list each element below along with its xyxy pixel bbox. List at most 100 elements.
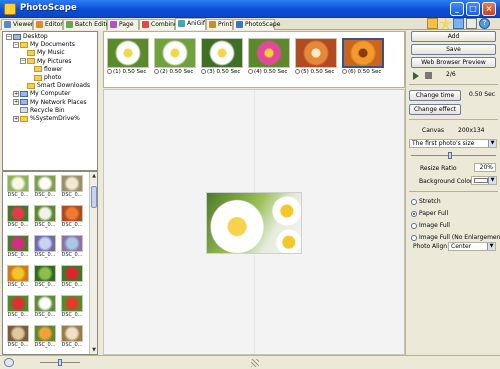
- folder-icon[interactable]: [427, 18, 438, 29]
- thumbnail-item[interactable]: DSC_0...: [7, 205, 29, 231]
- tree-item[interactable]: +Recycle Bin: [13, 107, 65, 115]
- display-icon[interactable]: [453, 18, 464, 29]
- thumbnail-item[interactable]: DSC_0...: [61, 265, 83, 291]
- maximize-button[interactable]: □: [466, 2, 480, 16]
- help-icon[interactable]: ?: [479, 18, 490, 29]
- folder-icon: [34, 66, 42, 73]
- tree-item[interactable]: − My Documents: [13, 41, 75, 49]
- frame-play-icon[interactable]: [201, 69, 206, 74]
- fit-option-radio[interactable]: Image Full: [411, 222, 450, 230]
- save-button[interactable]: Save: [411, 44, 496, 55]
- collapse-icon[interactable]: −: [20, 58, 26, 65]
- tab-anigif[interactable]: AniGif: [175, 18, 206, 30]
- animation-frame[interactable]: (1) 0.50 Sec: [107, 38, 149, 76]
- background-color-label: Background Color: [419, 178, 473, 185]
- change-effect-button[interactable]: Change effect: [409, 104, 461, 115]
- thumbnail-label: DSC_0...: [34, 252, 56, 258]
- tree-item[interactable]: + %SystemDrive%: [13, 115, 80, 123]
- scroll-down-arrow[interactable]: ▼: [90, 346, 98, 354]
- collapse-icon[interactable]: −: [13, 41, 19, 48]
- tree-item[interactable]: +photo: [27, 74, 61, 82]
- options-icon[interactable]: [466, 18, 477, 29]
- resize-grip-icon[interactable]: [251, 359, 259, 367]
- thumbnail-item[interactable]: DSC_0...: [34, 205, 56, 231]
- thumbnail-item[interactable]: DSC_0...: [61, 175, 83, 201]
- tab-batch-editor[interactable]: Batch Editor: [63, 19, 112, 30]
- fit-option-radio[interactable]: Image Full (No Enlargement): [411, 234, 500, 242]
- resize-ratio-field[interactable]: 20%: [474, 163, 496, 172]
- background-color-picker[interactable]: ▼: [471, 176, 497, 185]
- tab-editor[interactable]: Editor: [33, 19, 63, 30]
- frame-play-icon[interactable]: [295, 69, 300, 74]
- rotate-icon[interactable]: [4, 358, 14, 367]
- animation-frame[interactable]: (3) 0.50 Sec: [201, 38, 243, 76]
- thumbnail-item[interactable]: DSC_0...: [61, 205, 83, 231]
- expand-icon[interactable]: +: [13, 90, 19, 97]
- thumbnail-item[interactable]: DSC_0...: [61, 325, 83, 351]
- tree-item[interactable]: +My Music: [20, 49, 65, 57]
- tab-page[interactable]: Page: [107, 19, 139, 30]
- change-time-button[interactable]: Change time: [409, 90, 461, 101]
- tree-item[interactable]: − My Pictures: [20, 58, 71, 66]
- animation-frame[interactable]: (4) 0.50 Sec: [248, 38, 290, 76]
- fit-option-label: Image Full (No Enlargement): [419, 234, 500, 241]
- tree-item[interactable]: − Desktop: [6, 33, 48, 41]
- photo-align-select[interactable]: Center ▼: [448, 242, 496, 251]
- close-button[interactable]: ×: [482, 2, 496, 16]
- thumbnail-item[interactable]: DSC_0...: [61, 295, 83, 321]
- expand-icon[interactable]: +: [13, 99, 19, 106]
- expand-icon[interactable]: +: [13, 115, 19, 122]
- thumbnail-item[interactable]: DSC_0...: [7, 265, 29, 291]
- scroll-up-arrow[interactable]: ▲: [90, 172, 98, 180]
- web-preview-button[interactable]: Web Browser Preview: [411, 57, 496, 68]
- resize-slider[interactable]: [411, 152, 496, 159]
- thumbnail-item[interactable]: DSC_0...: [34, 265, 56, 291]
- tree-item[interactable]: + My Computer: [13, 90, 70, 98]
- thumbnail-item[interactable]: DSC_0...: [34, 175, 56, 201]
- folder-icon: [20, 41, 28, 48]
- minimize-button[interactable]: _: [450, 2, 464, 16]
- animation-frame[interactable]: (6) 0.50 Sec: [342, 38, 384, 76]
- tree-item-label: My Music: [37, 49, 65, 57]
- canvas-size-select[interactable]: The first photo's size ▼: [409, 139, 497, 148]
- frame-play-icon[interactable]: [107, 69, 112, 74]
- animation-frame[interactable]: (2) 0.50 Sec: [154, 38, 196, 76]
- stop-icon[interactable]: [425, 72, 432, 79]
- thumbnail-item[interactable]: DSC_0...: [7, 295, 29, 321]
- thumbnail-scrollbar[interactable]: ▲ ▼: [89, 172, 97, 354]
- tab-combine[interactable]: Combine: [139, 19, 178, 30]
- frame-play-icon[interactable]: [342, 69, 347, 74]
- photo-align-value: Center: [451, 243, 472, 250]
- scrollbar-thumb[interactable]: [91, 186, 97, 208]
- thumbnail-item[interactable]: DSC_0...: [7, 175, 29, 201]
- fit-option-radio[interactable]: Stretch: [411, 198, 441, 206]
- star-icon[interactable]: [440, 18, 451, 29]
- thumbnail-item[interactable]: DSC_0...: [34, 235, 56, 261]
- thumbnail-size-slider[interactable]: [40, 359, 80, 366]
- thumbnail-item[interactable]: DSC_0...: [7, 325, 29, 351]
- add-button[interactable]: Add: [411, 31, 496, 42]
- tab-viewer[interactable]: Viewer: [1, 19, 33, 30]
- frame-play-icon[interactable]: [154, 69, 159, 74]
- play-icon[interactable]: [413, 72, 419, 80]
- tab-print[interactable]: Print: [206, 19, 233, 30]
- thumbnail-browser[interactable]: ▲ ▼ DSC_0... DSC_0... DSC_0... DSC_0... DSC_…: [2, 171, 98, 355]
- thumbnail-label: DSC_0...: [7, 342, 29, 348]
- thumbnail-item[interactable]: DSC_0...: [7, 235, 29, 261]
- frame-image: [248, 38, 290, 68]
- tree-item[interactable]: +flower: [27, 66, 63, 74]
- thumbnail-item[interactable]: DSC_0...: [61, 235, 83, 261]
- thumbnail-item[interactable]: DSC_0...: [34, 325, 56, 351]
- animation-frame[interactable]: (5) 0.50 Sec: [295, 38, 337, 76]
- collapse-icon[interactable]: −: [6, 33, 12, 40]
- animation-frames[interactable]: (1) 0.50 Sec (2) 0.50 Sec (3) 0.50 Sec (4) …: [103, 31, 405, 88]
- tree-item[interactable]: +Smart Downloads: [20, 82, 90, 90]
- tab-photoscape[interactable]: PhotoScape: [233, 19, 280, 30]
- tree-item[interactable]: + My Network Places: [13, 99, 87, 107]
- thumbnail-image: [61, 295, 83, 312]
- frame-play-icon[interactable]: [248, 69, 253, 74]
- thumbnail-item[interactable]: DSC_0...: [34, 295, 56, 321]
- folder-tree[interactable]: −Desktop−My Documents+My Music−My Pictur…: [2, 31, 98, 171]
- fit-option-radio[interactable]: Paper Full: [411, 210, 448, 218]
- tree-item-label: My Network Places: [30, 98, 87, 106]
